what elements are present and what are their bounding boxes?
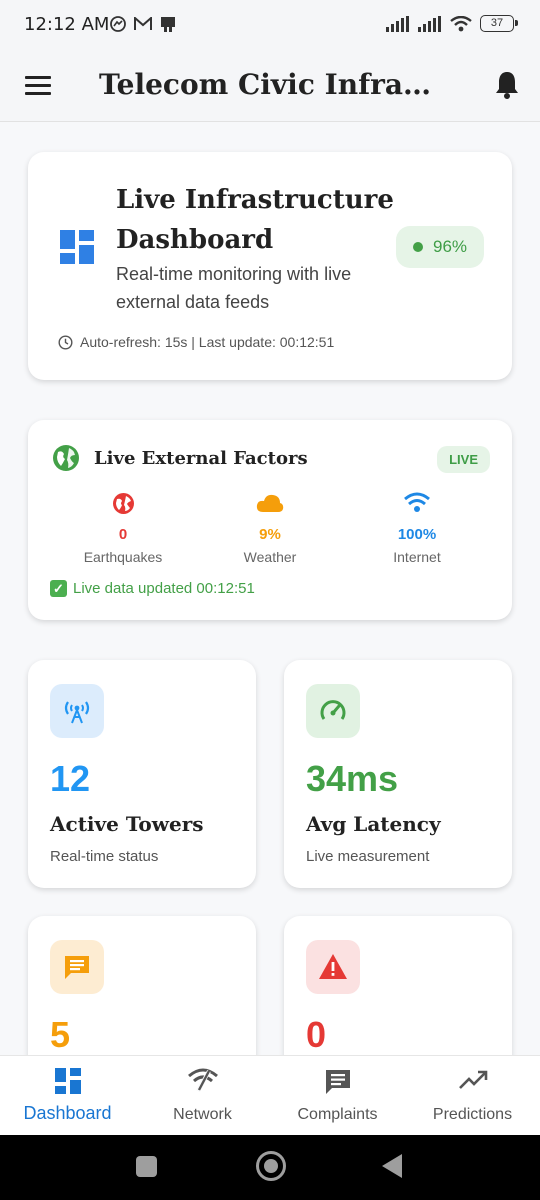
globe-icon xyxy=(53,445,79,471)
alerts-value: 0 xyxy=(306,1014,327,1055)
internet-label: Internet xyxy=(393,549,441,565)
bottom-navigation: Dashboard Network Complaints Predictions xyxy=(0,1055,540,1135)
menu-icon[interactable] xyxy=(25,76,51,96)
stat-card-avg-latency[interactable]: 34ms Avg Latency Live measurement xyxy=(284,660,512,888)
complaints-value: 5 xyxy=(50,1014,71,1055)
status-time: 12:12 AM xyxy=(24,14,110,35)
clock-icon xyxy=(58,334,73,350)
avg-latency-value: 34ms xyxy=(306,758,399,799)
weather-value: 9% xyxy=(259,526,281,543)
messenger-icon xyxy=(110,16,126,32)
factor-earthquakes: 0 Earthquakes xyxy=(58,492,188,565)
earthquakes-value: 0 xyxy=(118,526,128,543)
factor-weather: 9% Weather xyxy=(205,492,335,565)
internet-value: 100% xyxy=(397,526,437,543)
nav-predictions[interactable]: Predictions xyxy=(405,1056,540,1136)
dashboard-icon xyxy=(60,230,94,264)
check-icon: ✓ xyxy=(50,580,67,597)
dashboard-title: Live Infrastructure Dashboard xyxy=(116,185,394,255)
active-towers-label: Active Towers xyxy=(50,812,204,836)
stat-card-alerts[interactable]: 0 xyxy=(284,916,512,1055)
external-factors-card: Live External Factors LIVE 0 Earthquakes… xyxy=(28,420,512,620)
factor-internet: 100% Internet xyxy=(352,492,482,565)
avg-latency-label: Avg Latency xyxy=(306,812,441,836)
status-dot xyxy=(412,242,423,252)
nav-complaints[interactable]: Complaints xyxy=(270,1056,405,1136)
warning-icon xyxy=(306,940,360,994)
weather-label: Weather xyxy=(243,549,297,565)
earthquakes-label: Earthquakes xyxy=(83,549,163,565)
stat-card-complaints[interactable]: 5 xyxy=(28,916,256,1055)
dashboard-subtitle: Real-time monitoring with live external … xyxy=(116,264,352,312)
health-badge: 96% xyxy=(396,226,484,268)
system-icons: 37 xyxy=(386,15,518,32)
status-bar: 12:12 AM 37 xyxy=(0,0,540,50)
live-update-status: ✓ Live data updated 00:12:51 xyxy=(50,580,255,597)
live-badge: LIVE xyxy=(437,446,490,473)
complaints-icon xyxy=(325,1070,350,1094)
globe-icon xyxy=(112,493,134,514)
tower-icon xyxy=(50,684,104,738)
signal-icon-2 xyxy=(418,15,441,32)
network-icon xyxy=(187,1068,218,1092)
home-button[interactable] xyxy=(256,1151,286,1181)
trending-icon xyxy=(458,1070,487,1089)
stat-card-active-towers[interactable]: 12 Active Towers Real-time status xyxy=(28,660,256,888)
live-update-text: Live data updated 00:12:51 xyxy=(73,580,255,597)
health-value: 96% xyxy=(432,237,468,256)
back-button[interactable] xyxy=(382,1154,402,1178)
nav-dashboard-label: Dashboard xyxy=(23,1103,112,1123)
main-content[interactable]: Live Infrastructure Dashboard Real-time … xyxy=(0,122,540,1055)
wifi-icon xyxy=(404,492,430,512)
recent-apps-button[interactable] xyxy=(136,1156,157,1177)
cloud-icon xyxy=(256,494,284,512)
nav-network[interactable]: Network xyxy=(135,1056,270,1136)
app-notification-icon xyxy=(161,17,175,32)
app-bar: Telecom Civic Infrastr... xyxy=(0,50,540,122)
external-factors-title: Live External Factors xyxy=(94,448,308,469)
app-title: Telecom Civic Infrastr... xyxy=(99,68,439,101)
nav-dashboard[interactable]: Dashboard xyxy=(0,1056,135,1136)
active-towers-value: 12 xyxy=(50,758,91,799)
avg-latency-sub: Live measurement xyxy=(306,848,430,865)
nav-network-label: Network xyxy=(173,1106,232,1123)
wifi-status-icon xyxy=(450,15,472,31)
notification-icons xyxy=(110,16,176,32)
nav-complaints-label: Complaints xyxy=(297,1106,378,1123)
bell-icon[interactable] xyxy=(494,70,520,100)
gmail-icon xyxy=(134,17,152,30)
battery-icon: 37 xyxy=(480,15,518,32)
nav-predictions-label: Predictions xyxy=(432,1106,513,1123)
refresh-text: Auto-refresh: 15s | Last update: 00:12:5… xyxy=(80,334,335,350)
speedometer-icon xyxy=(306,684,360,738)
message-icon xyxy=(50,940,104,994)
signal-icon xyxy=(386,15,409,32)
dashboard-icon xyxy=(54,1068,81,1094)
dashboard-header-card: Live Infrastructure Dashboard Real-time … xyxy=(28,152,512,380)
system-navigation-bar xyxy=(0,1135,540,1200)
refresh-info: Auto-refresh: 15s | Last update: 00:12:5… xyxy=(58,334,334,350)
active-towers-sub: Real-time status xyxy=(50,848,159,865)
